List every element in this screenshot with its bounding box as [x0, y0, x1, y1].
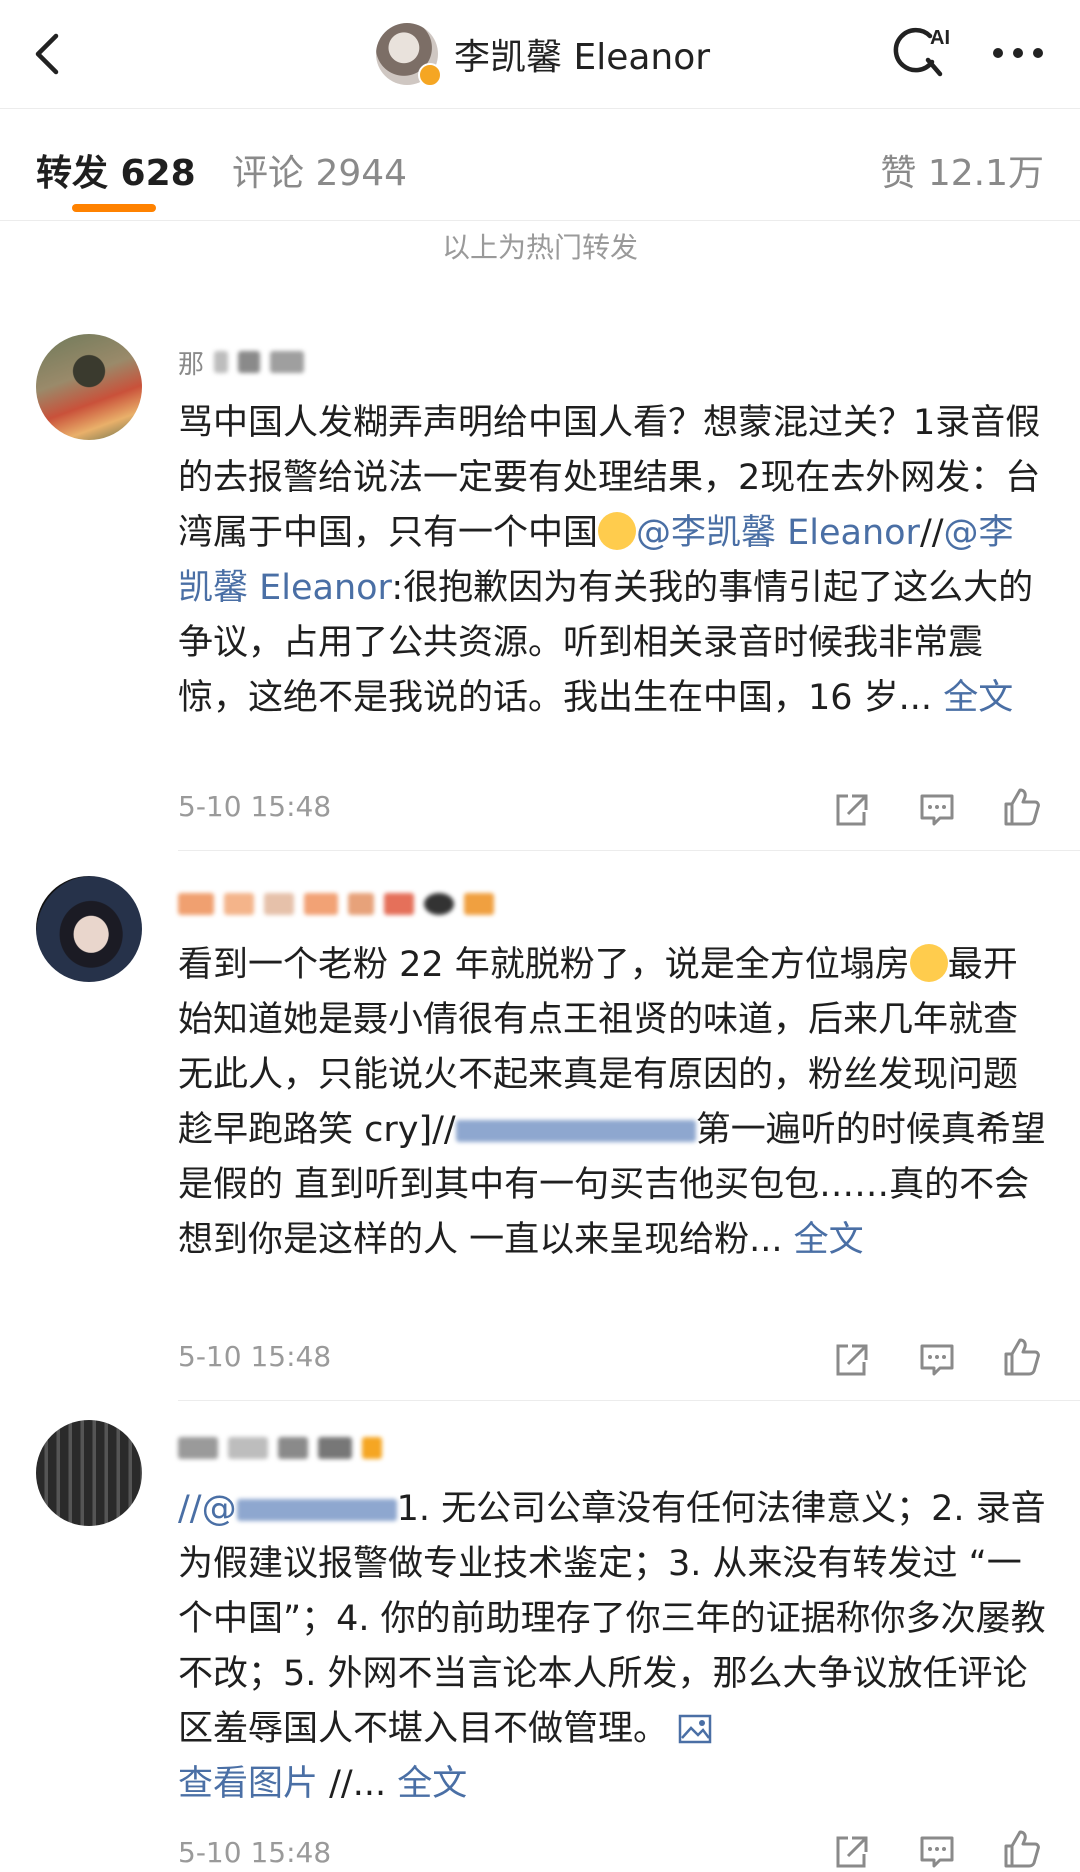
comment-text: 看到一个老粉 22 年就脱粉了，说是全方位塌房 最开始知道她是聂小倩很有点王祖贤的…	[178, 944, 1046, 1260]
chevron-left-icon[interactable]	[26, 30, 70, 78]
header-title-group[interactable]: 李凯馨 Eleanor	[376, 22, 711, 87]
image-icon	[678, 1714, 712, 1744]
thumbs-up-icon[interactable]	[1000, 1828, 1042, 1870]
ai-search-icon[interactable]: AI	[890, 22, 956, 84]
more-horizontal-icon[interactable]	[988, 38, 1048, 68]
mention-link[interactable]: @李凯馨 Eleanor	[636, 513, 920, 553]
full-text-link[interactable]: 全文	[943, 678, 1013, 718]
thumbs-up-icon[interactable]	[1000, 1336, 1042, 1378]
top-bar: 李凯馨 Eleanor AI	[0, 0, 1080, 109]
view-image-link[interactable]: 查看图片	[178, 1764, 318, 1804]
avatar[interactable]	[376, 23, 442, 87]
thumbs-up-icon[interactable]	[1000, 786, 1042, 828]
username[interactable]	[178, 884, 494, 924]
timestamp: 5-10 15:48	[178, 1836, 332, 1869]
share-icon[interactable]	[830, 1338, 872, 1380]
share-icon[interactable]	[830, 1830, 872, 1872]
tab-bar: 转发 628 评论 2944 赞 12.1万	[0, 108, 1080, 221]
avatar[interactable]	[36, 1420, 142, 1526]
hot-forward-note: 以上为热门转发	[441, 231, 638, 264]
tab-comment[interactable]: 评论 2944	[232, 144, 407, 196]
divider	[178, 850, 1080, 851]
share-icon[interactable]	[830, 788, 872, 830]
comment-icon[interactable]	[916, 788, 958, 830]
avatar[interactable]	[36, 334, 142, 440]
page-title: 李凯馨 Eleanor	[454, 37, 711, 78]
tab-like[interactable]: 赞 12.1万	[880, 144, 1044, 196]
username[interactable]	[178, 1428, 382, 1468]
comment-icon[interactable]	[916, 1830, 958, 1872]
comment-text: //@ 1. 无公司公章没有任何法律意义；2. 录音为假建议报警做专业技术鉴定；3…	[178, 1489, 1046, 1804]
timestamp: 5-10 15:48	[178, 790, 332, 823]
avatar[interactable]	[36, 876, 142, 982]
laugh-cry-emoji-icon	[909, 944, 948, 982]
verified-badge-icon	[418, 63, 442, 87]
active-tab-indicator	[72, 204, 156, 212]
sweat-emoji-icon	[598, 512, 637, 550]
divider	[178, 1400, 1080, 1401]
timestamp: 5-10 15:48	[178, 1340, 332, 1373]
comment-icon[interactable]	[916, 1338, 958, 1380]
comment-text: 骂中国人发糊弄声明给中国人看？想蒙混过关？1录音假的去报警给说法一定要有处理结果…	[178, 403, 1041, 718]
full-text-link[interactable]: 全文	[397, 1764, 467, 1804]
tab-forward[interactable]: 转发 628	[36, 144, 196, 196]
svg-text:AI: AI	[930, 27, 950, 49]
full-text-link[interactable]: 全文	[794, 1220, 864, 1260]
username[interactable]: 那	[178, 342, 305, 382]
